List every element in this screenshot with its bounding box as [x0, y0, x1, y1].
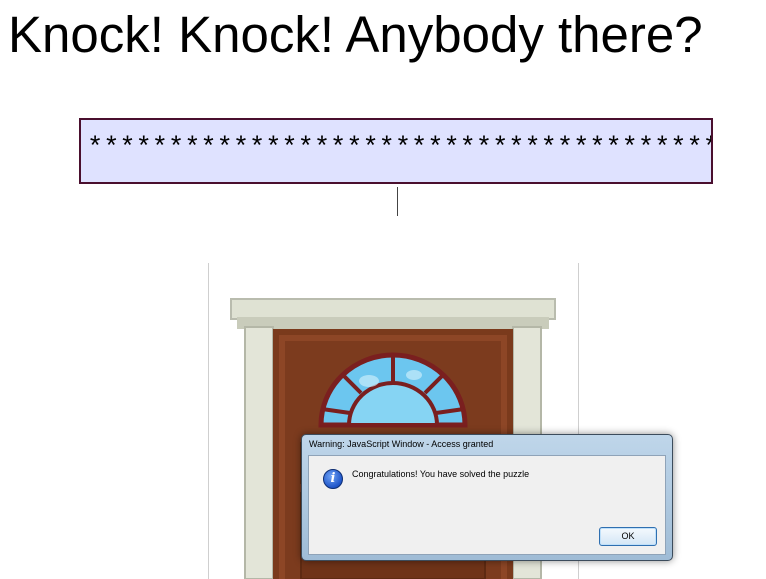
info-icon: i [323, 469, 343, 489]
dialog-title: Warning: JavaScript Window - Access gran… [309, 439, 494, 449]
alert-dialog: Warning: JavaScript Window - Access gran… [301, 434, 673, 561]
ok-button[interactable]: OK [599, 527, 657, 546]
dialog-message: Congratulations! You have solved the puz… [352, 469, 530, 479]
page-title: Knock! Knock! Anybody there? [8, 6, 703, 63]
password-field[interactable]: *************************************** [79, 118, 713, 184]
text-cursor [397, 187, 398, 216]
dialog-body: i Congratulations! You have solved the p… [308, 455, 666, 555]
